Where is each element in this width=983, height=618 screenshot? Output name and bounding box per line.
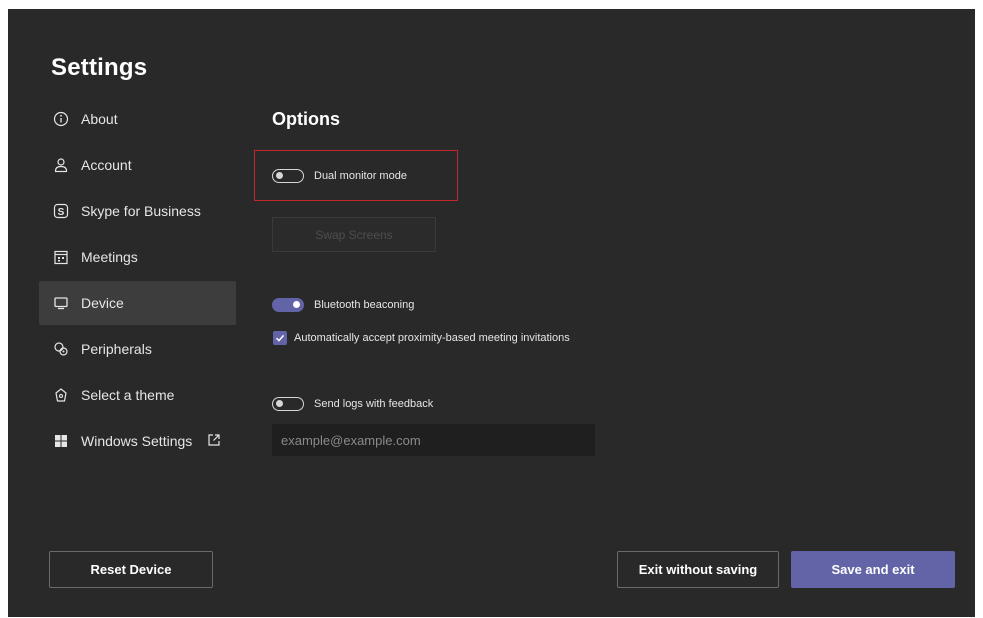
- nav-item-label: Skype for Business: [81, 203, 201, 219]
- external-link-icon: [208, 434, 220, 446]
- nav-item-device[interactable]: Device: [39, 281, 236, 325]
- bluetooth-toggle[interactable]: [272, 298, 304, 312]
- options-heading: Options: [272, 109, 340, 129]
- nav-item-account[interactable]: Account: [39, 143, 236, 187]
- person-icon: [52, 156, 70, 174]
- bluetooth-label: Bluetooth beaconing: [314, 299, 415, 311]
- page-title: Settings: [51, 54, 148, 81]
- send-logs-label: Send logs with feedback: [314, 398, 434, 410]
- send-logs-toggle[interactable]: [272, 397, 304, 411]
- nav-item-label: Device: [81, 295, 124, 311]
- theme-icon: [52, 386, 70, 404]
- dual-monitor-row: Dual monitor mode: [272, 169, 407, 183]
- peripherals-icon: [52, 340, 70, 358]
- nav-item-windows-settings[interactable]: Windows Settings: [39, 419, 236, 463]
- nav-item-peripherals[interactable]: Peripherals: [39, 327, 236, 371]
- nav-item-meetings[interactable]: Meetings: [39, 235, 236, 279]
- nav-item-skype-for-business[interactable]: S Skype for Business: [39, 189, 236, 233]
- windows-icon: [52, 432, 70, 450]
- settings-nav: About Account S Skype for Business Meeti…: [39, 97, 236, 465]
- bluetooth-row: Bluetooth beaconing: [272, 298, 414, 312]
- auto-accept-label: Automatically accept proximity-based mee…: [294, 332, 570, 344]
- dual-monitor-toggle[interactable]: [272, 169, 304, 183]
- monitor-icon: [52, 294, 70, 312]
- nav-item-label: Account: [81, 157, 132, 173]
- nav-item-label: Windows Settings: [81, 433, 193, 449]
- send-logs-row: Send logs with feedback: [272, 397, 433, 411]
- reset-device-button[interactable]: Reset Device: [49, 551, 213, 588]
- nav-item-label: Peripherals: [81, 341, 152, 357]
- nav-item-select-a-theme[interactable]: Select a theme: [39, 373, 236, 417]
- auto-accept-checkbox[interactable]: [273, 331, 287, 345]
- info-icon: [52, 110, 70, 128]
- svg-text:S: S: [58, 207, 65, 218]
- checkmark-icon: [275, 334, 285, 342]
- email-field[interactable]: [272, 424, 595, 456]
- swap-screens-button[interactable]: Swap Screens: [272, 217, 436, 252]
- auto-accept-row: Automatically accept proximity-based mee…: [273, 331, 570, 345]
- nav-item-about[interactable]: About: [39, 97, 236, 141]
- dual-monitor-label: Dual monitor mode: [314, 170, 407, 182]
- nav-item-label: About: [81, 111, 118, 127]
- nav-item-label: Select a theme: [81, 387, 175, 403]
- settings-panel: Settings About Account S Skype for Busin…: [8, 9, 975, 617]
- skype-icon: S: [52, 202, 70, 220]
- exit-without-saving-button[interactable]: Exit without saving: [617, 551, 779, 588]
- calendar-icon: [52, 248, 70, 266]
- nav-item-label: Meetings: [81, 249, 138, 265]
- save-and-exit-button[interactable]: Save and exit: [791, 551, 955, 588]
